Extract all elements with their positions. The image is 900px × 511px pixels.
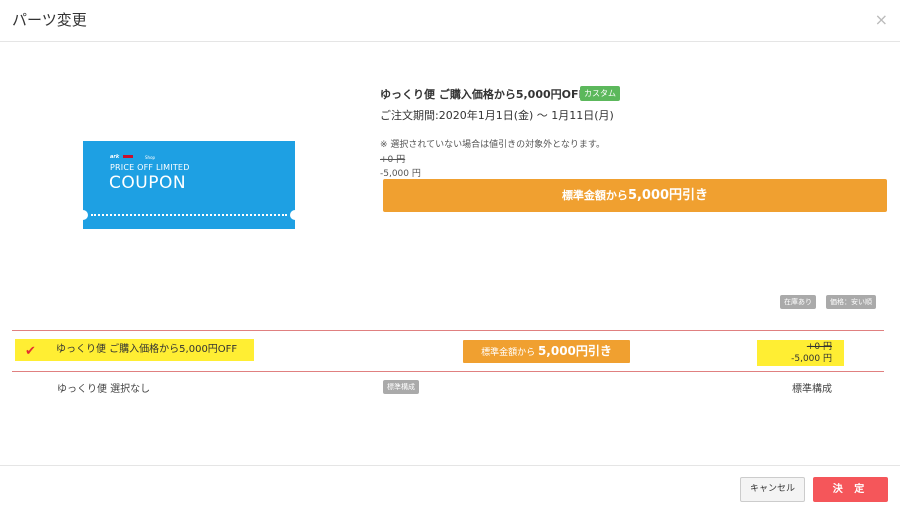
discount-note: ※ 選択されていない場合は値引きの対象外となります。 xyxy=(380,140,605,150)
price-new: -5,000 円 xyxy=(380,169,421,179)
coupon-image: ark Shop PRICE OFF LIMITED COUPON xyxy=(83,141,295,229)
order-period: ご注文期間:2020年1月1日(金) ～ 1月11日(月) xyxy=(380,109,614,122)
confirm-button[interactable]: 決 定 xyxy=(813,477,888,502)
discount-amount: 5,000円引き xyxy=(627,188,709,203)
cancel-button[interactable]: キャンセル xyxy=(740,477,805,502)
coupon-subtitle: PRICE OFF LIMITED xyxy=(110,163,190,172)
custom-badge: カスタム xyxy=(580,86,620,101)
option-price-standard: 標準構成 xyxy=(792,384,832,395)
coupon-notch-right xyxy=(290,210,295,220)
option-label-none[interactable]: ゆっくり便 選択なし xyxy=(57,380,150,395)
standard-tag: 標準構成 xyxy=(383,380,419,394)
option-label[interactable]: ゆっくり便 ご購入価格から5,000円OFF xyxy=(15,339,254,361)
option-price-new: -5,000 円 xyxy=(791,354,832,364)
option-price-old: +0 円 xyxy=(806,342,832,352)
option-discount-amount: 5,000円引き xyxy=(537,344,612,358)
discount-prefix: 標準金額から xyxy=(561,189,628,202)
coupon-logo: ark xyxy=(110,154,120,160)
coupon-mini-text: Shop xyxy=(145,155,156,160)
modal-title: パーツ変更 xyxy=(12,11,87,29)
option-discount-button[interactable]: 標準金額から 5,000円引き xyxy=(463,340,630,363)
discount-button[interactable]: 標準金額から5,000円引き xyxy=(383,179,887,212)
coupon-logo-mark xyxy=(123,155,133,158)
modal-header: パーツ変更 × xyxy=(0,0,900,42)
option-discount-prefix: 標準金額から xyxy=(481,348,536,358)
coupon-perforation xyxy=(91,214,287,216)
close-icon[interactable]: × xyxy=(875,10,888,29)
part-name: ゆっくり便 ご購入価格から5,000円OFF xyxy=(380,88,587,101)
check-icon: ✔ xyxy=(25,344,36,359)
coupon-main-text: COUPON xyxy=(109,173,187,193)
stock-tag[interactable]: 在庫あり xyxy=(780,295,816,309)
option-price: +0 円 -5,000 円 xyxy=(757,340,844,366)
price-old: +0 円 xyxy=(380,155,406,165)
coupon-notch-left xyxy=(83,210,88,220)
sort-tag[interactable]: 価格：安い順 xyxy=(826,295,876,309)
